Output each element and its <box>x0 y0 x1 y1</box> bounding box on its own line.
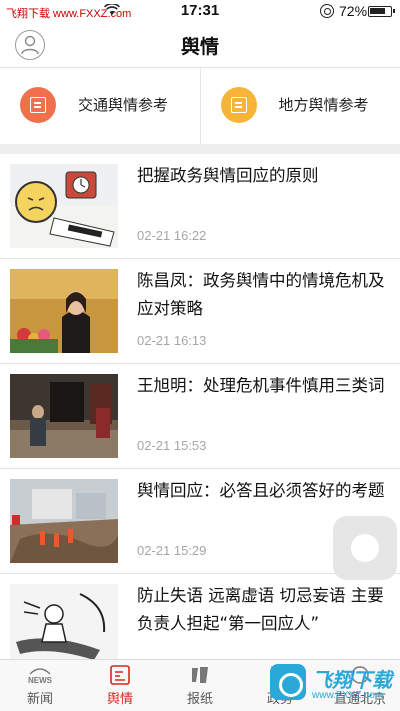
watermark-url: www.FXXZ.com <box>312 690 384 701</box>
news-item[interactable]: 把握政务舆情回应的原则 02-21 16:22 <box>0 154 400 259</box>
site-watermark: 飞翔下载 www.FXXZ.com <box>270 662 398 704</box>
tab-label: 舆情 <box>106 692 133 707</box>
news-title: 王旭明：处理危机事件慎用三类词 <box>137 376 385 395</box>
news-time: 02-21 15:53 <box>137 438 207 453</box>
tab-opinion[interactable]: 舆情 <box>80 660 160 711</box>
quick-link-label: 地方舆情参考 <box>278 96 369 114</box>
watermark-name: 飞翔下载 <box>312 668 392 692</box>
news-time: 02-21 16:13 <box>137 333 207 348</box>
assistive-touch-button[interactable] <box>333 516 397 580</box>
page-title: 舆情 <box>180 36 219 58</box>
news-thumbnail <box>10 479 118 563</box>
status-bar: 飞翔下载 www.FXXZ.com 17:31 72% <box>0 0 400 24</box>
news-time: 02-21 16:22 <box>137 228 207 243</box>
tab-news[interactable]: NEWS 新闻 <box>0 660 80 711</box>
news-icon: NEWS <box>28 668 52 685</box>
tab-label: 报纸 <box>186 692 213 707</box>
news-item[interactable]: 陈昌凤：政务舆情中的情境危机及应对策略 02-21 16:13 <box>0 259 400 364</box>
news-title: 舆情回应：必答且必须答好的考题 <box>137 481 385 500</box>
tab-newspaper[interactable]: 报纸 <box>160 660 240 711</box>
tab-label: 新闻 <box>26 692 53 707</box>
news-thumbnail <box>10 374 118 458</box>
news-thumbnail <box>10 269 118 353</box>
news-thumbnail <box>10 164 118 248</box>
document-icon <box>220 87 257 123</box>
quick-links: 交通舆情参考 地方舆情参考 <box>0 68 400 144</box>
rotation-lock-icon <box>320 4 334 18</box>
news-time: 02-21 15:29 <box>137 543 207 558</box>
opinion-icon <box>110 665 130 685</box>
newspaper-icon <box>192 667 208 683</box>
news-title: 防止失语 远离虚语 切忌妄语 主要负责人担起“第一回应人” <box>137 586 384 633</box>
news-item[interactable]: 王旭明：处理危机事件慎用三类词 02-21 15:53 <box>0 364 400 469</box>
svg-text:NEWS: NEWS <box>28 676 52 685</box>
news-title: 陈昌凤：政务舆情中的情境危机及应对策略 <box>137 271 385 318</box>
news-list: 把握政务舆情回应的原则 02-21 16:22 陈昌凤：政务舆情中的情境危机及应… <box>0 154 400 679</box>
quick-link-label: 交通舆情参考 <box>78 96 169 114</box>
battery-icon <box>368 6 395 17</box>
quick-link-traffic[interactable]: 交通舆情参考 <box>0 68 200 144</box>
news-title: 把握政务舆情回应的原则 <box>137 166 319 185</box>
news-thumbnail <box>10 584 118 668</box>
top-header: 舆情 <box>0 24 400 68</box>
quick-link-local[interactable]: 地方舆情参考 <box>199 68 400 144</box>
battery-percent: 72% <box>339 3 368 19</box>
document-icon <box>20 87 56 123</box>
section-divider <box>0 144 400 154</box>
watermark-logo-icon <box>270 664 306 700</box>
